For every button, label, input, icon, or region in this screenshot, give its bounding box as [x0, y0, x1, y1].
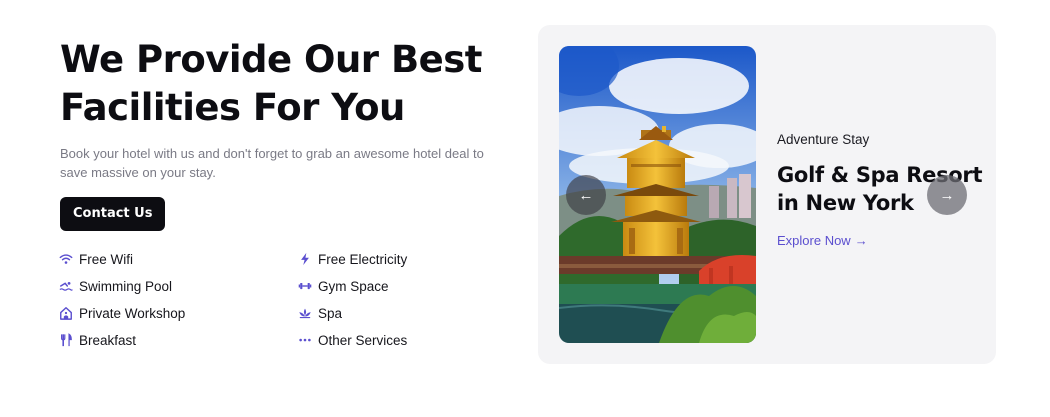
facility-free-wifi: Free Wifi — [59, 250, 298, 268]
dumbbell-icon — [298, 279, 312, 293]
title-line-2: Facilities For You — [60, 86, 405, 129]
explore-label: Explore Now — [777, 233, 851, 248]
facility-breakfast: Breakfast — [59, 331, 298, 349]
arrow-right-icon: → — [939, 186, 955, 204]
facility-label: Gym Space — [318, 278, 389, 294]
slider-next-button[interactable]: → — [927, 175, 967, 215]
explore-now-link[interactable]: Explore Now → — [777, 233, 868, 248]
title-line-1: We Provide Our Best — [60, 38, 482, 81]
facility-gym-space: Gym Space — [298, 277, 479, 295]
contact-us-button[interactable]: Contact Us — [60, 197, 166, 231]
arrow-left-icon: ← — [578, 186, 594, 204]
stay-category: Adventure Stay — [777, 132, 870, 147]
facility-other-services: Other Services — [298, 331, 479, 349]
facilities-list: Free Wifi Free Electricity Swimming Pool… — [59, 250, 479, 349]
facility-label: Private Workshop — [79, 305, 186, 321]
facility-spa: Spa — [298, 304, 479, 322]
hero-subtitle: Book your hotel with us and don't forget… — [60, 146, 484, 180]
facility-label: Spa — [318, 305, 343, 321]
page-title: We Provide Our Best Facilities For You — [60, 36, 520, 132]
facility-label: Other Services — [318, 332, 408, 348]
lotus-icon — [298, 306, 312, 320]
facility-free-electricity: Free Electricity — [298, 250, 479, 268]
facility-label: Free Wifi — [79, 251, 133, 267]
facility-label: Breakfast — [79, 332, 137, 348]
workshop-house-icon — [59, 306, 73, 320]
facility-label: Swimming Pool — [79, 278, 173, 294]
hero-section: We Provide Our Best Facilities For You B… — [60, 36, 520, 231]
slider-prev-button[interactable]: ← — [566, 175, 606, 215]
cutlery-icon — [59, 333, 73, 347]
swimmer-icon — [59, 279, 73, 293]
facility-label: Free Electricity — [318, 251, 408, 267]
resort-title-line-2: in New York — [777, 191, 914, 215]
dots-icon — [298, 333, 312, 347]
arrow-right-icon: → — [854, 233, 868, 248]
facility-private-workshop: Private Workshop — [59, 304, 298, 322]
lightning-icon — [298, 252, 312, 266]
facility-swimming-pool: Swimming Pool — [59, 277, 298, 295]
wifi-icon — [59, 252, 73, 266]
